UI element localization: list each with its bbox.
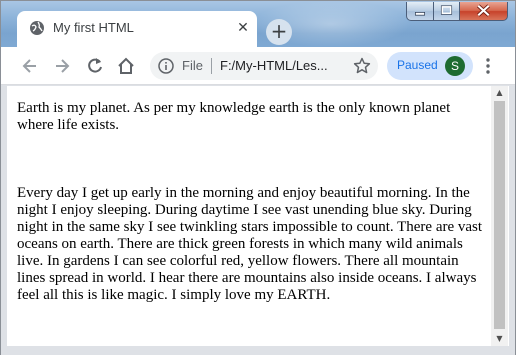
scheme-label: File xyxy=(182,58,203,73)
new-tab-button[interactable]: + xyxy=(266,19,292,45)
info-icon[interactable] xyxy=(158,58,174,74)
browser-toolbar: File F:/My-HTML/Les... Paused S xyxy=(1,47,515,85)
window-bottom-edge xyxy=(1,346,515,355)
scrollbar-thumb[interactable] xyxy=(494,101,505,329)
window-controls xyxy=(406,2,513,22)
paragraph-body: Every day I get up early in the morning … xyxy=(17,185,483,303)
back-arrow-icon[interactable] xyxy=(21,57,39,75)
close-icon xyxy=(477,4,490,17)
forward-arrow-icon[interactable] xyxy=(53,57,71,75)
minimize-button[interactable] xyxy=(406,2,434,21)
minimize-icon xyxy=(414,12,426,16)
address-divider xyxy=(211,58,212,74)
browser-tab[interactable]: My first HTML ✕ xyxy=(17,11,257,47)
maximize-button[interactable] xyxy=(433,2,460,21)
avatar: S xyxy=(445,56,465,76)
page-viewport: Earth is my planet. As per my knowledge … xyxy=(7,86,509,346)
reload-icon[interactable] xyxy=(86,57,104,75)
paragraph-intro: Earth is my planet. As per my knowledge … xyxy=(17,100,451,133)
maximize-icon xyxy=(440,5,453,15)
line-break-spacer xyxy=(17,151,487,185)
sync-status-label: Paused xyxy=(397,58,438,72)
address-bar[interactable]: File F:/My-HTML/Les... xyxy=(150,52,378,80)
kebab-menu-icon[interactable] xyxy=(479,57,497,75)
scroll-down-arrow-icon[interactable]: ▼ xyxy=(491,332,508,346)
globe-icon xyxy=(30,21,44,35)
profile-button[interactable]: Paused S xyxy=(387,52,473,80)
close-window-button[interactable] xyxy=(459,2,508,21)
url-text[interactable]: F:/My-HTML/Les... xyxy=(220,58,340,73)
home-icon[interactable] xyxy=(117,57,135,75)
star-icon[interactable] xyxy=(353,57,371,75)
page-content: Earth is my planet. As per my knowledge … xyxy=(17,100,487,321)
vertical-scrollbar[interactable]: ▲ ▼ xyxy=(491,86,508,346)
tab-close-icon[interactable]: ✕ xyxy=(236,21,250,35)
scroll-up-arrow-icon[interactable]: ▲ xyxy=(491,86,508,100)
tab-strip: My first HTML ✕ + xyxy=(1,1,515,47)
browser-window: My first HTML ✕ + File F:/My-HTML/Les...… xyxy=(0,0,516,355)
tab-title: My first HTML xyxy=(53,20,134,35)
